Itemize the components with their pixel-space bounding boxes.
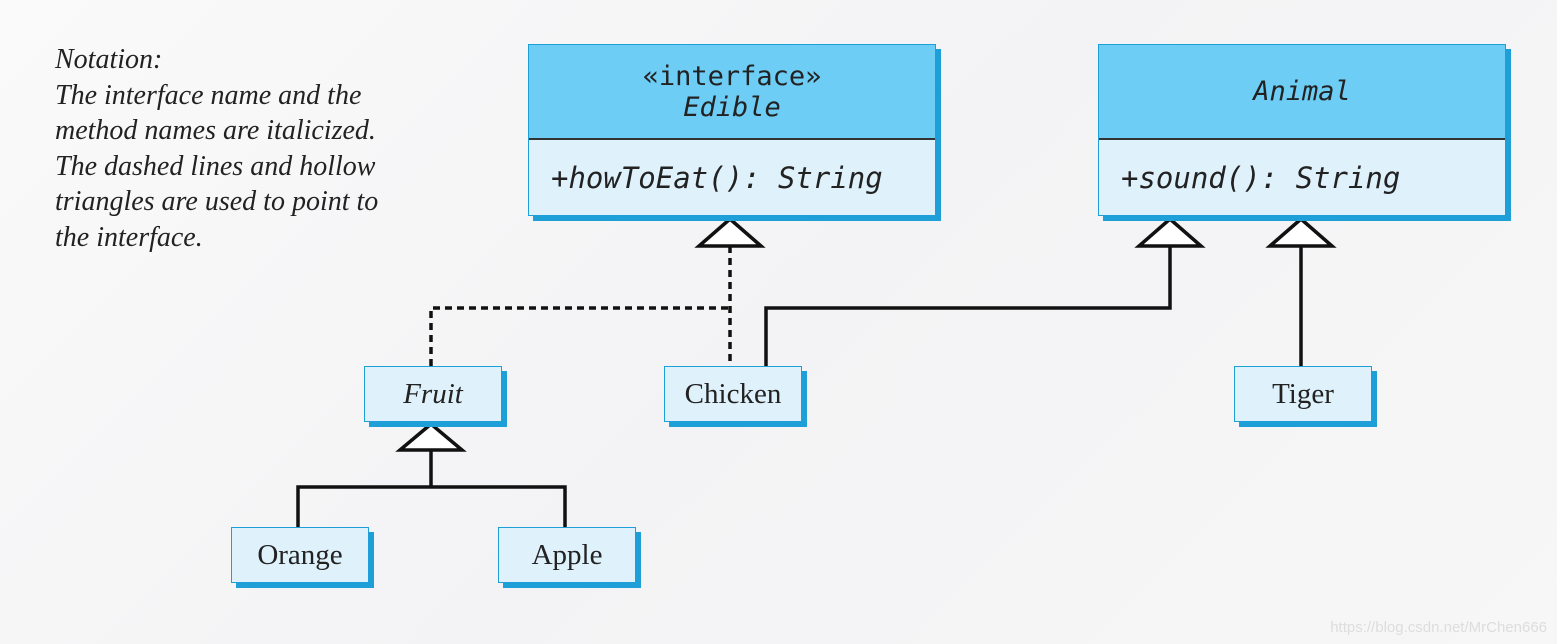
stereotype: «interface» — [642, 60, 822, 92]
hollow-triangle-icon — [694, 216, 766, 248]
hollow-triangle-icon — [395, 421, 467, 452]
watermark: https://blog.csdn.net/MrChen666 — [1330, 619, 1547, 636]
class-name: Animal — [1253, 76, 1351, 107]
hollow-triangle-icon — [1134, 216, 1206, 248]
method: +sound(): String — [1099, 140, 1505, 215]
interface-name: Edible — [683, 91, 781, 123]
chicken-class-box: Chicken — [664, 366, 802, 422]
fruit-class-box: Fruit — [364, 366, 502, 422]
dashed-edge-fruit-edible — [429, 306, 730, 366]
method: +howToEat(): String — [529, 140, 935, 215]
hollow-triangle-icon — [1265, 216, 1337, 248]
edge-chicken-animal — [764, 246, 1172, 366]
animal-class-box: Animal +sound(): String — [1098, 44, 1506, 216]
apple-class-box: Apple — [498, 527, 636, 583]
tiger-class-box: Tiger — [1234, 366, 1372, 422]
orange-class-box: Orange — [231, 527, 369, 583]
edible-interface-box: «interface» Edible +howToEat(): String — [528, 44, 936, 216]
edge-orange-apple-fruit — [296, 450, 567, 527]
